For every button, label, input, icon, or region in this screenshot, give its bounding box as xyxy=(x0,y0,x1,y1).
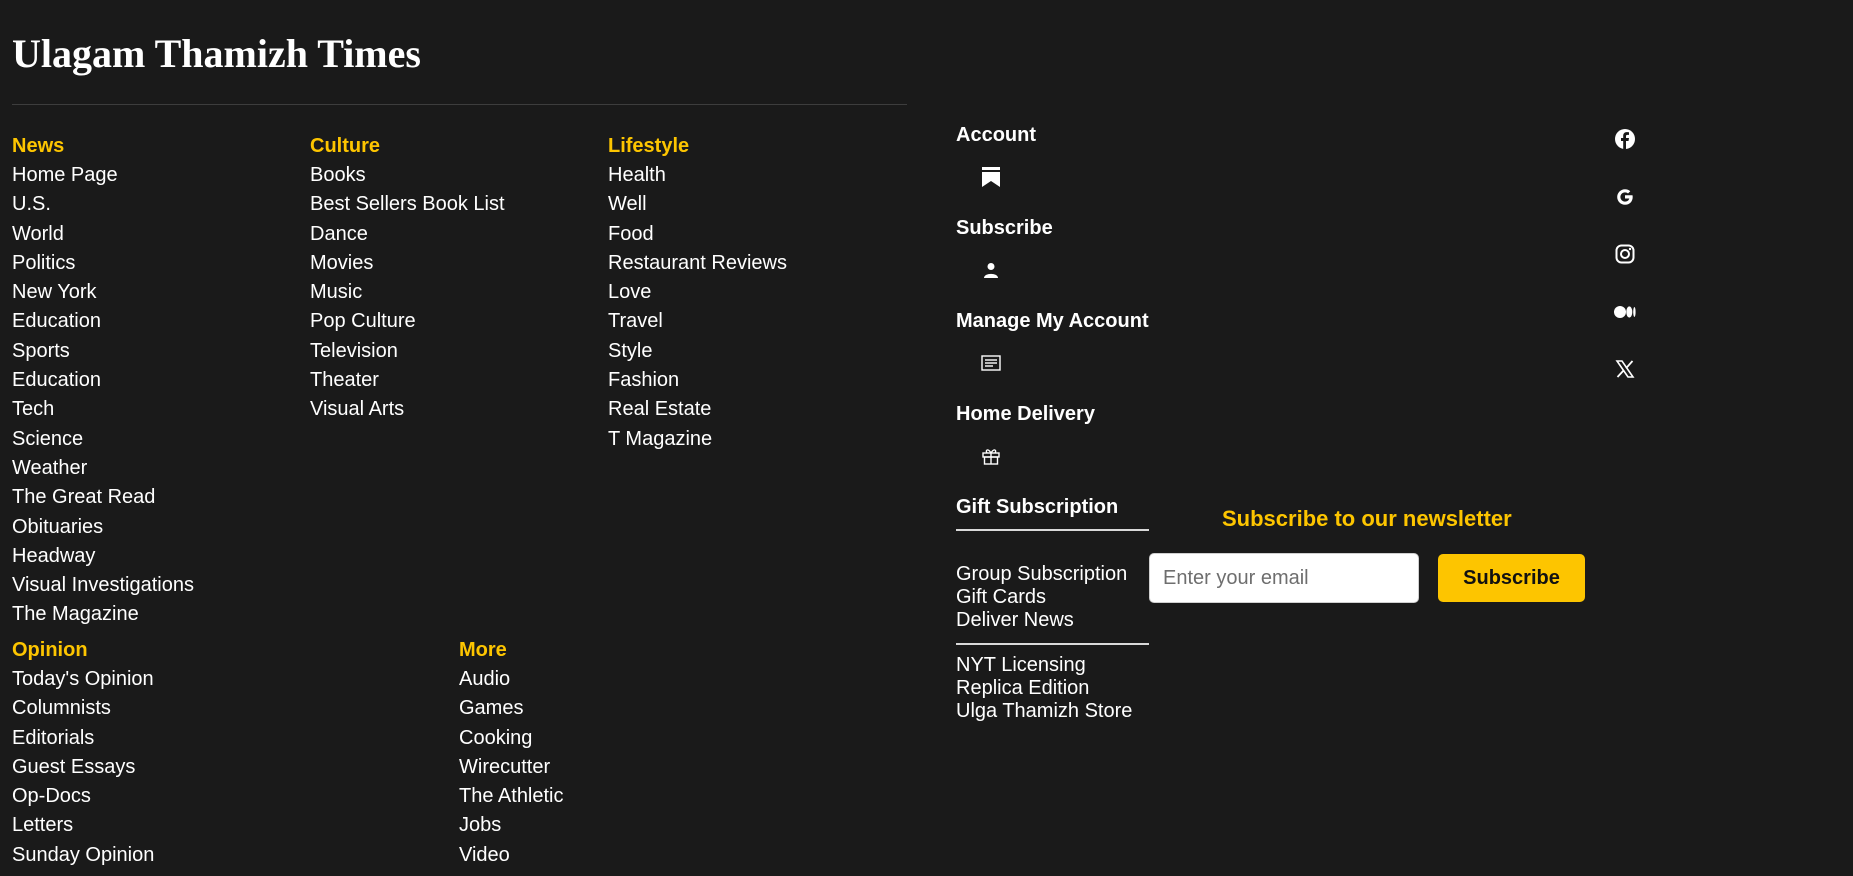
nav-link[interactable]: Op-Docs xyxy=(12,782,154,811)
newsletter-title: Subscribe to our newsletter xyxy=(1222,506,1512,531)
newspaper-icon[interactable] xyxy=(981,353,1001,373)
opinion-section: Opinion Today's Opinion Columnists Edito… xyxy=(12,636,154,870)
nav-link[interactable]: Tech xyxy=(12,395,194,424)
nav-link[interactable]: Visual Arts xyxy=(310,395,505,424)
medium-icon[interactable] xyxy=(1614,301,1636,323)
nav-link[interactable]: The Magazine xyxy=(12,600,194,629)
nav-link[interactable]: Audio xyxy=(459,665,564,694)
culture-heading[interactable]: Culture xyxy=(310,132,505,161)
nav-link[interactable]: Books xyxy=(310,161,505,190)
nav-link[interactable]: Education xyxy=(12,366,194,395)
lifestyle-links: Health Well Food Restaurant Reviews Love… xyxy=(608,161,787,454)
nav-link[interactable]: Wirecutter xyxy=(459,753,564,782)
nav-link[interactable]: Visual Investigations xyxy=(12,571,194,600)
nav-link[interactable]: Real Estate xyxy=(608,395,787,424)
home-delivery-item: Home Delivery xyxy=(956,399,1149,492)
nav-link[interactable]: Movies xyxy=(310,249,505,278)
instagram-icon[interactable] xyxy=(1614,243,1636,265)
nav-link[interactable]: Restaurant Reviews xyxy=(608,249,787,278)
nav-link[interactable]: Travel xyxy=(608,307,787,336)
manage-account-label[interactable]: Manage My Account xyxy=(956,306,1149,336)
footer-link[interactable]: Group Subscription xyxy=(956,563,1127,586)
footer-link[interactable]: NYT Licensing xyxy=(956,654,1132,677)
nav-link[interactable]: Editorials xyxy=(12,724,154,753)
nav-link[interactable]: World xyxy=(12,220,194,249)
lifestyle-heading[interactable]: Lifestyle xyxy=(608,132,787,161)
nav-link[interactable]: T Magazine xyxy=(608,425,787,454)
nav-link[interactable]: The Athletic xyxy=(459,782,564,811)
gift-icon[interactable] xyxy=(981,446,1001,466)
nav-link[interactable]: Pop Culture xyxy=(310,307,505,336)
title-divider xyxy=(12,104,907,105)
nav-link[interactable]: New York xyxy=(12,278,194,307)
social-links xyxy=(1614,128,1636,416)
google-icon[interactable] xyxy=(1614,186,1636,208)
more-links: Audio Games Cooking Wirecutter The Athle… xyxy=(459,665,564,870)
nav-link[interactable]: Jobs xyxy=(459,811,564,840)
nav-link[interactable]: Style xyxy=(608,337,787,366)
nav-link[interactable]: Food xyxy=(608,220,787,249)
nav-link[interactable]: Headway xyxy=(12,542,194,571)
news-links: Home Page U.S. World Politics New York E… xyxy=(12,161,194,630)
footer-link[interactable]: Ulga Thamizh Store xyxy=(956,700,1132,723)
account-item: Account xyxy=(956,120,1149,213)
footer-link[interactable]: Replica Edition xyxy=(956,677,1132,700)
links-divider xyxy=(956,643,1149,645)
subscribe-button[interactable]: Subscribe xyxy=(1438,554,1585,602)
more-section: More Audio Games Cooking Wirecutter The … xyxy=(459,636,564,870)
nav-link[interactable]: Columnists xyxy=(12,694,154,723)
opinion-heading[interactable]: Opinion xyxy=(12,636,154,665)
nav-link[interactable]: Letters xyxy=(12,811,154,840)
nav-link[interactable]: Weather xyxy=(12,454,194,483)
footer-link[interactable]: Gift Cards xyxy=(956,586,1127,609)
news-section: News Home Page U.S. World Politics New Y… xyxy=(12,132,194,630)
home-delivery-label[interactable]: Home Delivery xyxy=(956,399,1095,429)
nav-link[interactable]: Sports xyxy=(12,337,194,366)
account-divider xyxy=(956,529,1149,531)
nav-link[interactable]: Music xyxy=(310,278,505,307)
site-title: Ulagam Thamizh Times xyxy=(12,31,421,76)
news-heading[interactable]: News xyxy=(12,132,194,161)
gift-subscription-label[interactable]: Gift Subscription xyxy=(956,492,1118,522)
user-icon[interactable] xyxy=(981,260,1001,280)
nav-link[interactable]: Politics xyxy=(12,249,194,278)
facebook-icon[interactable] xyxy=(1614,128,1636,150)
nav-link[interactable]: Fashion xyxy=(608,366,787,395)
culture-links: Books Best Sellers Book List Dance Movie… xyxy=(310,161,505,425)
nav-link[interactable]: Love xyxy=(608,278,787,307)
subscription-links: Group Subscription Gift Cards Deliver Ne… xyxy=(956,563,1127,632)
account-menu: Account Subscribe Manage My Account Home… xyxy=(956,120,1149,492)
nav-link[interactable]: Cooking xyxy=(459,724,564,753)
nav-link[interactable]: Video xyxy=(459,841,564,870)
subscribe-item: Subscribe xyxy=(956,213,1149,306)
bookmark-icon[interactable] xyxy=(981,167,1001,187)
manage-account-item: Manage My Account xyxy=(956,306,1149,399)
nav-link[interactable]: Games xyxy=(459,694,564,723)
nav-link[interactable]: U.S. xyxy=(12,190,194,219)
nav-link[interactable]: Education xyxy=(12,307,194,336)
nav-link[interactable]: Television xyxy=(310,337,505,366)
opinion-links: Today's Opinion Columnists Editorials Gu… xyxy=(12,665,154,870)
lifestyle-section: Lifestyle Health Well Food Restaurant Re… xyxy=(608,132,787,454)
nav-link[interactable]: Obituaries xyxy=(12,513,194,542)
nav-link[interactable]: Home Page xyxy=(12,161,194,190)
nav-link[interactable]: Best Sellers Book List xyxy=(310,190,505,219)
x-icon[interactable] xyxy=(1614,358,1636,380)
nav-link[interactable]: Science xyxy=(12,425,194,454)
nav-link[interactable]: Well xyxy=(608,190,787,219)
footer-link[interactable]: Deliver News xyxy=(956,609,1127,632)
nav-link[interactable]: The Great Read xyxy=(12,483,194,512)
more-heading[interactable]: More xyxy=(459,636,564,665)
nav-link[interactable]: Health xyxy=(608,161,787,190)
nav-link[interactable]: Today's Opinion xyxy=(12,665,154,694)
nav-link[interactable]: Dance xyxy=(310,220,505,249)
nav-link[interactable]: Guest Essays xyxy=(12,753,154,782)
store-links: NYT Licensing Replica Edition Ulga Thami… xyxy=(956,654,1132,723)
email-input[interactable] xyxy=(1149,553,1419,603)
culture-section: Culture Books Best Sellers Book List Dan… xyxy=(310,132,505,425)
nav-link[interactable]: Sunday Opinion xyxy=(12,841,154,870)
subscribe-label[interactable]: Subscribe xyxy=(956,213,1053,243)
nav-link[interactable]: Theater xyxy=(310,366,505,395)
account-label[interactable]: Account xyxy=(956,120,1036,150)
